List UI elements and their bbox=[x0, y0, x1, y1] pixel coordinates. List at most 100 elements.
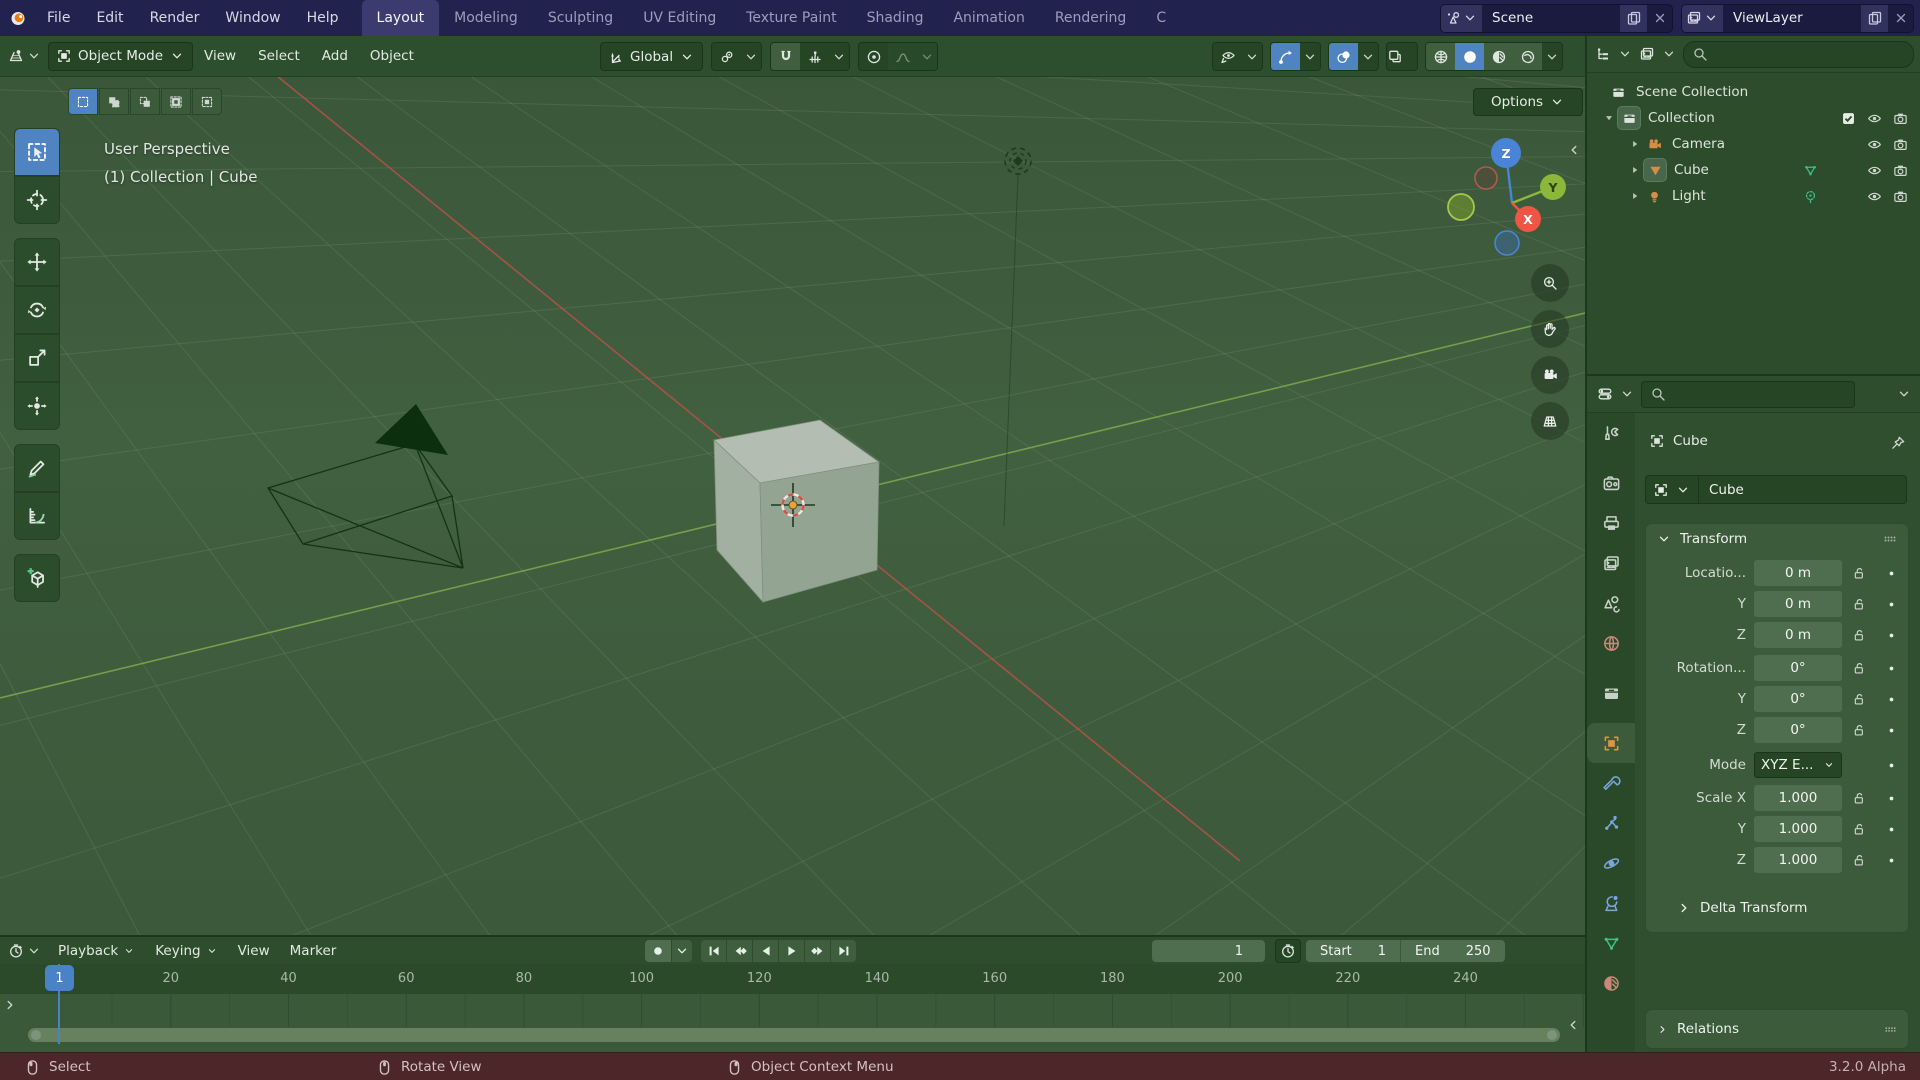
timeline-expand-arrow[interactable] bbox=[2, 997, 18, 1013]
ortho-toggle-button[interactable] bbox=[1531, 402, 1569, 440]
falloff-chevron[interactable] bbox=[917, 43, 938, 70]
hide-viewport-toggle[interactable] bbox=[1867, 111, 1882, 126]
proportional-edit-toggle[interactable] bbox=[859, 43, 889, 70]
viewport-menu-view[interactable]: View bbox=[193, 36, 247, 76]
display-mode-button[interactable] bbox=[1595, 46, 1611, 62]
gizmo-chevron[interactable] bbox=[1300, 43, 1320, 70]
properties-tab-material[interactable] bbox=[1587, 963, 1635, 1003]
zoom-button[interactable] bbox=[1531, 264, 1569, 302]
auto-keyframe-toggle[interactable] bbox=[645, 940, 672, 962]
properties-editor-type-button[interactable] bbox=[1597, 386, 1613, 402]
snap-to-button[interactable] bbox=[800, 43, 830, 70]
new-viewlayer-button[interactable] bbox=[1861, 4, 1888, 32]
gizmo-axis-neg-z[interactable] bbox=[1494, 230, 1520, 256]
transform-value-field[interactable]: 1.000 bbox=[1754, 847, 1842, 873]
gizmo-axis-neg-x[interactable] bbox=[1474, 166, 1498, 190]
select-mode-set-button[interactable] bbox=[68, 88, 98, 115]
animate-dot[interactable] bbox=[1880, 793, 1902, 804]
properties-tab-data[interactable] bbox=[1587, 923, 1635, 963]
lock-open-icon[interactable] bbox=[1846, 822, 1872, 836]
transform-value-field[interactable]: 0 m bbox=[1754, 560, 1842, 586]
overlays-chevron[interactable] bbox=[1358, 43, 1378, 70]
properties-tab-modifiers[interactable] bbox=[1587, 763, 1635, 803]
properties-tab-collection[interactable] bbox=[1587, 673, 1635, 713]
menu-file[interactable]: File bbox=[34, 0, 83, 36]
mode-dropdown[interactable]: Object Mode bbox=[48, 41, 194, 71]
disclosure-closed-icon[interactable] bbox=[1627, 190, 1643, 202]
scene-name[interactable]: Scene bbox=[1482, 10, 1620, 26]
falloff-button[interactable] bbox=[888, 43, 918, 70]
animate-dot[interactable] bbox=[1880, 725, 1902, 736]
orientation-dropdown[interactable]: Global bbox=[600, 42, 704, 71]
animate-dot[interactable] bbox=[1880, 663, 1902, 674]
object-name-field[interactable]: Cube bbox=[1699, 475, 1907, 504]
workspace-tab-rendering[interactable]: Rendering bbox=[1040, 0, 1142, 36]
panel-relations[interactable]: Relations bbox=[1645, 1009, 1909, 1049]
tool-annotate-button[interactable] bbox=[14, 444, 60, 492]
select-mode-extend-button[interactable] bbox=[99, 88, 129, 115]
new-scene-button[interactable] bbox=[1620, 4, 1647, 32]
pivot-dropdown[interactable] bbox=[711, 42, 763, 71]
disclosure-closed-icon[interactable] bbox=[1627, 164, 1643, 176]
workspace-tab-c[interactable]: C bbox=[1141, 0, 1181, 36]
transform-value-field[interactable]: 0 m bbox=[1754, 591, 1842, 617]
select-mode-sub-button[interactable] bbox=[130, 88, 160, 115]
viewlayer-name[interactable]: ViewLayer bbox=[1723, 10, 1861, 26]
sidebar-collapse-arrow[interactable] bbox=[1566, 142, 1582, 158]
outliner-row-camera[interactable]: Camera bbox=[1587, 131, 1920, 157]
viewport-menu-add[interactable]: Add bbox=[311, 36, 359, 76]
shading-solid-button[interactable] bbox=[1455, 43, 1484, 70]
disclosure-open-icon[interactable] bbox=[1601, 112, 1617, 124]
tool-add-cube-button[interactable] bbox=[14, 554, 60, 602]
properties-tab-render[interactable] bbox=[1587, 463, 1635, 503]
shading-chevron[interactable] bbox=[1542, 43, 1562, 70]
visibility-dropdown[interactable] bbox=[1212, 42, 1263, 71]
filter-button[interactable] bbox=[1639, 46, 1655, 62]
outliner-row-collection[interactable]: Collection bbox=[1587, 105, 1920, 131]
display-mode-chevron[interactable] bbox=[1617, 46, 1633, 62]
timeline-editor-chevron[interactable] bbox=[26, 943, 42, 959]
menu-window[interactable]: Window bbox=[212, 0, 293, 36]
cube-object-3d[interactable] bbox=[713, 419, 881, 604]
shading-material-button[interactable] bbox=[1484, 43, 1513, 70]
transform-mode-dropdown[interactable]: XYZ E... bbox=[1754, 752, 1842, 778]
tool-measure-button[interactable] bbox=[14, 492, 60, 540]
scene-selector[interactable]: Scene bbox=[1440, 3, 1673, 33]
properties-search-input[interactable] bbox=[1641, 380, 1855, 408]
menu-render[interactable]: Render bbox=[137, 0, 213, 36]
shading-rendered-button[interactable] bbox=[1513, 43, 1542, 70]
next-keyframe-button[interactable] bbox=[805, 940, 831, 962]
select-mode-invert-button[interactable] bbox=[161, 88, 191, 115]
properties-tab-world[interactable] bbox=[1587, 623, 1635, 663]
play-button[interactable] bbox=[779, 940, 805, 962]
drag-grip-icon[interactable] bbox=[1883, 1022, 1898, 1037]
disclosure-closed-icon[interactable] bbox=[1627, 138, 1643, 150]
timeline-menu-playback[interactable]: Playback bbox=[48, 937, 145, 964]
lock-open-icon[interactable] bbox=[1846, 566, 1872, 580]
outliner-row-light[interactable]: Light bbox=[1587, 183, 1920, 209]
gizmo-axis-neg-y[interactable] bbox=[1447, 193, 1475, 221]
tool-scale-button[interactable] bbox=[14, 334, 60, 382]
workspace-tab-uv-editing[interactable]: UV Editing bbox=[628, 0, 731, 36]
properties-tab-tool[interactable] bbox=[1587, 413, 1635, 453]
breadcrumb-object-name[interactable]: Cube bbox=[1673, 433, 1708, 449]
timeline-editor-type-button[interactable] bbox=[8, 943, 24, 959]
properties-editor-chevron[interactable] bbox=[1619, 386, 1635, 402]
snap-toggle[interactable] bbox=[771, 43, 801, 70]
gizmo-toggle[interactable] bbox=[1271, 43, 1300, 70]
animate-dot[interactable] bbox=[1880, 855, 1902, 866]
keying-set-chevron[interactable] bbox=[672, 940, 692, 962]
hide-viewport-toggle[interactable] bbox=[1867, 137, 1882, 152]
hide-viewport-toggle[interactable] bbox=[1867, 163, 1882, 178]
animate-dot[interactable] bbox=[1880, 568, 1902, 579]
timeline-menu-keying[interactable]: Keying bbox=[145, 937, 227, 964]
tool-select-box-button[interactable] bbox=[14, 128, 60, 176]
lock-open-icon[interactable] bbox=[1846, 723, 1872, 737]
outliner-row-cube[interactable]: Cube bbox=[1587, 157, 1920, 183]
transform-panel-header[interactable]: Transform bbox=[1646, 524, 1908, 554]
properties-tab-scene[interactable] bbox=[1587, 583, 1635, 623]
timeline-collapse-arrow[interactable] bbox=[1565, 1017, 1581, 1033]
blender-logo[interactable] bbox=[10, 10, 26, 26]
transform-value-field[interactable]: 1.000 bbox=[1754, 785, 1842, 811]
timeline-ruler[interactable]: 1 20 40 60 80 100 120 140 160 180 200 220 240 bbox=[0, 964, 1585, 994]
